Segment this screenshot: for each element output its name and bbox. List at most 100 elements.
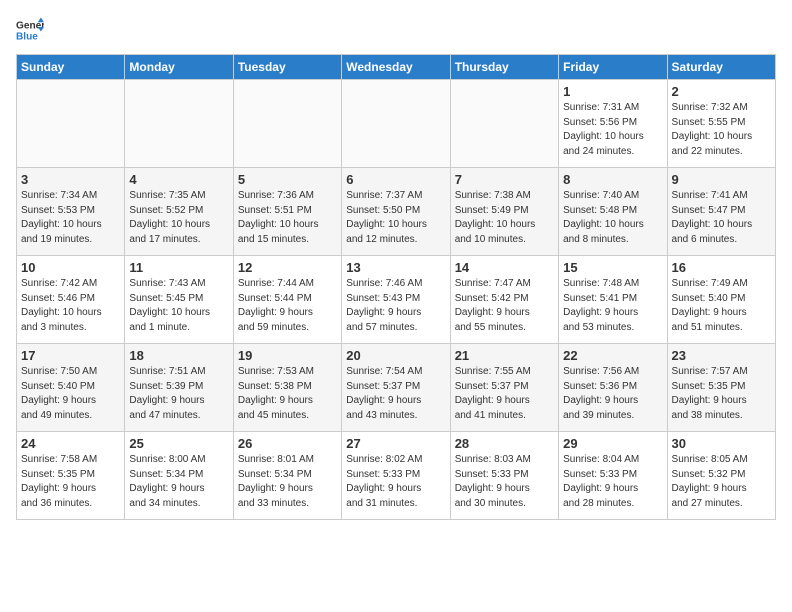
calendar-cell: 14 Sunrise: 7:47 AM Sunset: 5:42 PM Dayli… — [450, 256, 558, 344]
day-number: 29 — [563, 436, 662, 451]
day-info: Sunrise: 8:01 AM Sunset: 5:34 PM Dayligh… — [238, 453, 337, 511]
calendar-cell: 19 Sunrise: 7:53 AM Sunset: 5:38 PM Dayli… — [233, 344, 341, 432]
calendar-cell: 28 Sunrise: 8:03 AM Sunset: 5:33 PM Dayli… — [450, 432, 558, 520]
day-number: 24 — [21, 436, 120, 451]
calendar-cell: 23 Sunrise: 7:57 AM Sunset: 5:35 PM Dayli… — [667, 344, 775, 432]
day-number: 7 — [455, 172, 554, 187]
day-number: 27 — [346, 436, 445, 451]
day-number: 19 — [238, 348, 337, 363]
calendar-cell — [17, 80, 125, 168]
day-number: 10 — [21, 260, 120, 275]
calendar-cell: 20 Sunrise: 7:54 AM Sunset: 5:37 PM Dayli… — [342, 344, 450, 432]
day-info: Sunrise: 7:40 AM Sunset: 5:48 PM Dayligh… — [563, 189, 662, 247]
day-info: Sunrise: 8:00 AM Sunset: 5:34 PM Dayligh… — [129, 453, 228, 511]
day-info: Sunrise: 7:47 AM Sunset: 5:42 PM Dayligh… — [455, 277, 554, 335]
weekday-header-friday: Friday — [559, 55, 667, 80]
logo-icon: General Blue — [16, 16, 44, 44]
day-info: Sunrise: 8:05 AM Sunset: 5:32 PM Dayligh… — [672, 453, 771, 511]
calendar-cell: 10 Sunrise: 7:42 AM Sunset: 5:46 PM Dayli… — [17, 256, 125, 344]
day-number: 26 — [238, 436, 337, 451]
page-header: General Blue — [16, 16, 776, 44]
calendar-cell: 5 Sunrise: 7:36 AM Sunset: 5:51 PM Daylig… — [233, 168, 341, 256]
calendar-cell: 27 Sunrise: 8:02 AM Sunset: 5:33 PM Dayli… — [342, 432, 450, 520]
calendar-cell: 17 Sunrise: 7:50 AM Sunset: 5:40 PM Dayli… — [17, 344, 125, 432]
day-number: 23 — [672, 348, 771, 363]
calendar-table: SundayMondayTuesdayWednesdayThursdayFrid… — [16, 54, 776, 520]
calendar-cell: 13 Sunrise: 7:46 AM Sunset: 5:43 PM Dayli… — [342, 256, 450, 344]
calendar-cell: 1Sunrise: 7:31 AM Sunset: 5:56 PM Daylig… — [559, 80, 667, 168]
calendar-cell: 3 Sunrise: 7:34 AM Sunset: 5:53 PM Daylig… — [17, 168, 125, 256]
day-info: Sunrise: 7:42 AM Sunset: 5:46 PM Dayligh… — [21, 277, 120, 335]
calendar-cell: 29 Sunrise: 8:04 AM Sunset: 5:33 PM Dayli… — [559, 432, 667, 520]
calendar-cell: 2Sunrise: 7:32 AM Sunset: 5:55 PM Daylig… — [667, 80, 775, 168]
day-number: 8 — [563, 172, 662, 187]
day-number: 18 — [129, 348, 228, 363]
day-info: Sunrise: 7:53 AM Sunset: 5:38 PM Dayligh… — [238, 365, 337, 423]
day-number: 2 — [672, 84, 771, 99]
calendar-cell: 12 Sunrise: 7:44 AM Sunset: 5:44 PM Dayli… — [233, 256, 341, 344]
day-number: 5 — [238, 172, 337, 187]
day-info: Sunrise: 7:50 AM Sunset: 5:40 PM Dayligh… — [21, 365, 120, 423]
day-number: 30 — [672, 436, 771, 451]
day-number: 11 — [129, 260, 228, 275]
calendar-cell: 30 Sunrise: 8:05 AM Sunset: 5:32 PM Dayli… — [667, 432, 775, 520]
calendar-cell: 8 Sunrise: 7:40 AM Sunset: 5:48 PM Daylig… — [559, 168, 667, 256]
calendar-cell: 21 Sunrise: 7:55 AM Sunset: 5:37 PM Dayli… — [450, 344, 558, 432]
day-number: 17 — [21, 348, 120, 363]
calendar-cell: 22 Sunrise: 7:56 AM Sunset: 5:36 PM Dayli… — [559, 344, 667, 432]
day-number: 1 — [563, 84, 662, 99]
day-info: Sunrise: 7:46 AM Sunset: 5:43 PM Dayligh… — [346, 277, 445, 335]
day-info: Sunrise: 8:02 AM Sunset: 5:33 PM Dayligh… — [346, 453, 445, 511]
day-info: Sunrise: 7:57 AM Sunset: 5:35 PM Dayligh… — [672, 365, 771, 423]
day-info: Sunrise: 7:34 AM Sunset: 5:53 PM Dayligh… — [21, 189, 120, 247]
weekday-header-wednesday: Wednesday — [342, 55, 450, 80]
day-info: Sunrise: 7:43 AM Sunset: 5:45 PM Dayligh… — [129, 277, 228, 335]
day-number: 16 — [672, 260, 771, 275]
day-info: Sunrise: 7:37 AM Sunset: 5:50 PM Dayligh… — [346, 189, 445, 247]
day-number: 12 — [238, 260, 337, 275]
day-number: 15 — [563, 260, 662, 275]
logo: General Blue — [16, 16, 48, 44]
calendar-cell: 26 Sunrise: 8:01 AM Sunset: 5:34 PM Dayli… — [233, 432, 341, 520]
day-number: 9 — [672, 172, 771, 187]
calendar-cell: 6 Sunrise: 7:37 AM Sunset: 5:50 PM Daylig… — [342, 168, 450, 256]
calendar-cell: 24 Sunrise: 7:58 AM Sunset: 5:35 PM Dayli… — [17, 432, 125, 520]
day-info: Sunrise: 7:48 AM Sunset: 5:41 PM Dayligh… — [563, 277, 662, 335]
day-number: 22 — [563, 348, 662, 363]
calendar-cell: 25 Sunrise: 8:00 AM Sunset: 5:34 PM Dayli… — [125, 432, 233, 520]
day-info: Sunrise: 7:44 AM Sunset: 5:44 PM Dayligh… — [238, 277, 337, 335]
day-number: 28 — [455, 436, 554, 451]
day-number: 20 — [346, 348, 445, 363]
calendar-cell — [342, 80, 450, 168]
day-info: Sunrise: 7:56 AM Sunset: 5:36 PM Dayligh… — [563, 365, 662, 423]
calendar-cell: 7 Sunrise: 7:38 AM Sunset: 5:49 PM Daylig… — [450, 168, 558, 256]
day-number: 21 — [455, 348, 554, 363]
day-info: Sunrise: 7:58 AM Sunset: 5:35 PM Dayligh… — [21, 453, 120, 511]
day-info: Sunrise: 7:54 AM Sunset: 5:37 PM Dayligh… — [346, 365, 445, 423]
day-info: Sunrise: 7:38 AM Sunset: 5:49 PM Dayligh… — [455, 189, 554, 247]
calendar-cell: 15 Sunrise: 7:48 AM Sunset: 5:41 PM Dayli… — [559, 256, 667, 344]
calendar-cell: 18Sunrise: 7:51 AM Sunset: 5:39 PM Dayli… — [125, 344, 233, 432]
weekday-header-saturday: Saturday — [667, 55, 775, 80]
svg-text:Blue: Blue — [16, 31, 38, 42]
day-info: Sunrise: 7:36 AM Sunset: 5:51 PM Dayligh… — [238, 189, 337, 247]
day-info: Sunrise: 7:49 AM Sunset: 5:40 PM Dayligh… — [672, 277, 771, 335]
weekday-header-monday: Monday — [125, 55, 233, 80]
day-number: 25 — [129, 436, 228, 451]
calendar-cell: 11 Sunrise: 7:43 AM Sunset: 5:45 PM Dayli… — [125, 256, 233, 344]
day-info: Sunrise: 7:41 AM Sunset: 5:47 PM Dayligh… — [672, 189, 771, 247]
weekday-header-thursday: Thursday — [450, 55, 558, 80]
weekday-header-sunday: Sunday — [17, 55, 125, 80]
calendar-cell: 4 Sunrise: 7:35 AM Sunset: 5:52 PM Daylig… — [125, 168, 233, 256]
day-number: 13 — [346, 260, 445, 275]
day-info: Sunrise: 7:55 AM Sunset: 5:37 PM Dayligh… — [455, 365, 554, 423]
day-number: 4 — [129, 172, 228, 187]
day-info: Sunrise: 8:04 AM Sunset: 5:33 PM Dayligh… — [563, 453, 662, 511]
day-number: 3 — [21, 172, 120, 187]
day-info: Sunrise: 7:35 AM Sunset: 5:52 PM Dayligh… — [129, 189, 228, 247]
day-number: 14 — [455, 260, 554, 275]
calendar-cell: 9 Sunrise: 7:41 AM Sunset: 5:47 PM Daylig… — [667, 168, 775, 256]
day-number: 6 — [346, 172, 445, 187]
day-info: Sunrise: 8:03 AM Sunset: 5:33 PM Dayligh… — [455, 453, 554, 511]
calendar-cell — [233, 80, 341, 168]
